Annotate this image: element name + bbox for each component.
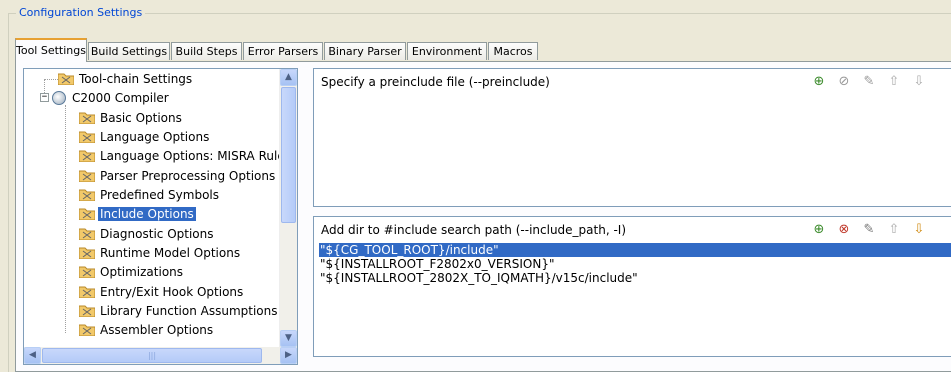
tree-horizontal-scrollbar[interactable]: ◀ ||| ▶ xyxy=(24,347,297,364)
tree-connector xyxy=(65,105,66,333)
edit-icon[interactable]: ✎ xyxy=(861,74,877,90)
tab-build-steps[interactable]: Build Steps xyxy=(171,42,242,60)
include-path-item[interactable]: "${INSTALLROOT_F2802x0_VERSION}" xyxy=(319,257,951,271)
folder-icon xyxy=(79,286,95,298)
tree-item-misra-rules[interactable]: Language Options: MISRA Rule xyxy=(79,147,287,166)
preinclude-toolbar: ⊕ ⊘ ✎ ⇧ ⇩ xyxy=(811,74,951,92)
tab-tool-settings[interactable]: Tool Settings xyxy=(15,38,87,62)
scroll-thumb[interactable] xyxy=(281,87,296,223)
move-up-icon[interactable]: ⇧ xyxy=(886,74,902,90)
tree-item-label: Tool-chain Settings xyxy=(79,72,193,86)
move-down-icon[interactable]: ⇩ xyxy=(911,222,927,238)
delete-icon[interactable]: ⊘ xyxy=(836,74,852,90)
edit-icon[interactable]: ✎ xyxy=(861,222,877,238)
group-border-top xyxy=(8,13,951,15)
tree-item-label: Runtime Model Options xyxy=(100,246,241,260)
tree-item-parser-preprocessing[interactable]: Parser Preprocessing Options xyxy=(79,167,277,186)
include-path-toolbar: ⊕ ⊗ ✎ ⇧ ⇩ xyxy=(811,222,951,240)
move-up-icon[interactable]: ⇧ xyxy=(886,222,902,238)
compiler-icon xyxy=(52,91,66,105)
preinclude-list-box[interactable]: Specify a preinclude file (--preinclude)… xyxy=(313,68,951,207)
move-down-icon[interactable]: ⇩ xyxy=(911,74,927,90)
tree-item-label: Library Function Assumptions xyxy=(100,304,278,318)
tree-item-assembler-options[interactable]: Assembler Options xyxy=(79,321,215,340)
toolchain-folder-icon xyxy=(58,73,74,85)
tree-item-label: Include Options xyxy=(98,207,196,221)
tree-connector xyxy=(44,79,45,93)
tree-item-c2000-compiler[interactable]: C2000 Compiler xyxy=(52,89,171,108)
include-path-item[interactable]: "${CG_TOOL_ROOT}/include" xyxy=(319,243,951,257)
scroll-up-button[interactable]: ▲ xyxy=(280,69,297,86)
settings-tree[interactable]: − Tool-chain Settings C2000 Compiler Bas… xyxy=(23,68,298,365)
tree-item-label: Predefined Symbols xyxy=(100,188,220,202)
tree-item-label: Diagnostic Options xyxy=(100,227,214,241)
tree-item-optimizations[interactable]: Optimizations xyxy=(79,263,185,282)
folder-icon xyxy=(79,131,95,143)
tree-item-entry-exit-hook[interactable]: Entry/Exit Hook Options xyxy=(79,283,245,302)
folder-icon xyxy=(79,266,95,278)
tree-item-label: Assembler Options xyxy=(100,323,214,337)
tree-item-basic-options[interactable]: Basic Options xyxy=(79,109,184,128)
folder-icon xyxy=(79,208,95,220)
scroll-down-button[interactable]: ▼ xyxy=(280,330,297,347)
tree-item-label: Optimizations xyxy=(100,265,184,279)
include-path-item[interactable]: "${INSTALLROOT_2802X_TO_IQMATH}/v15c/inc… xyxy=(319,271,951,285)
delete-icon[interactable]: ⊗ xyxy=(836,222,852,238)
folder-icon xyxy=(79,324,95,336)
tab-macros[interactable]: Macros xyxy=(488,42,538,60)
add-icon[interactable]: ⊕ xyxy=(811,74,827,90)
tree-item-label: Language Options: MISRA Rule xyxy=(100,149,285,163)
tab-error-parsers[interactable]: Error Parsers xyxy=(243,42,323,60)
tree-connector xyxy=(44,79,58,80)
folder-icon xyxy=(79,150,95,162)
scroll-left-button[interactable]: ◀ xyxy=(24,347,41,364)
tab-binary-parser[interactable]: Binary Parser xyxy=(324,42,406,60)
folder-icon xyxy=(79,189,95,201)
tab-build-settings[interactable]: Build Settings xyxy=(88,42,170,60)
tree-item-runtime-model[interactable]: Runtime Model Options xyxy=(79,244,242,263)
tree-vertical-scrollbar[interactable]: ▲ ▼ xyxy=(279,69,297,347)
group-border-left xyxy=(8,13,10,372)
collapse-toggle[interactable]: − xyxy=(40,93,49,102)
folder-icon xyxy=(79,228,95,240)
tree-item-label: Language Options xyxy=(100,130,210,144)
add-icon[interactable]: ⊕ xyxy=(811,222,827,238)
tree-item-label: Parser Preprocessing Options xyxy=(100,169,276,183)
tree-item-language-options[interactable]: Language Options xyxy=(79,128,211,147)
folder-icon xyxy=(79,112,95,124)
tab-environment[interactable]: Environment xyxy=(407,42,487,60)
group-title: Configuration Settings xyxy=(16,6,146,19)
tree-item-label: C2000 Compiler xyxy=(72,91,169,105)
tree-item-tool-chain-settings[interactable]: Tool-chain Settings xyxy=(58,70,194,89)
folder-icon xyxy=(79,305,95,317)
tree-item-library-function[interactable]: Library Function Assumptions xyxy=(79,302,280,321)
tree-item-label: Entry/Exit Hook Options xyxy=(100,285,244,299)
tab-bar: Tool Settings Build Settings Build Steps… xyxy=(15,38,595,62)
tree-item-predefined-symbols[interactable]: Predefined Symbols xyxy=(79,186,221,205)
horizontal-scroll-thumb[interactable]: ||| xyxy=(42,348,262,363)
folder-icon xyxy=(79,170,95,182)
scroll-right-button[interactable]: ▶ xyxy=(280,347,297,364)
folder-icon xyxy=(79,247,95,259)
tree-item-label: Basic Options xyxy=(100,111,182,125)
tree-item-include-options[interactable]: Include Options xyxy=(79,205,196,224)
tree-item-diagnostic-options[interactable]: Diagnostic Options xyxy=(79,225,216,244)
include-path-list-box[interactable]: Add dir to #include search path (--inclu… xyxy=(313,216,951,357)
